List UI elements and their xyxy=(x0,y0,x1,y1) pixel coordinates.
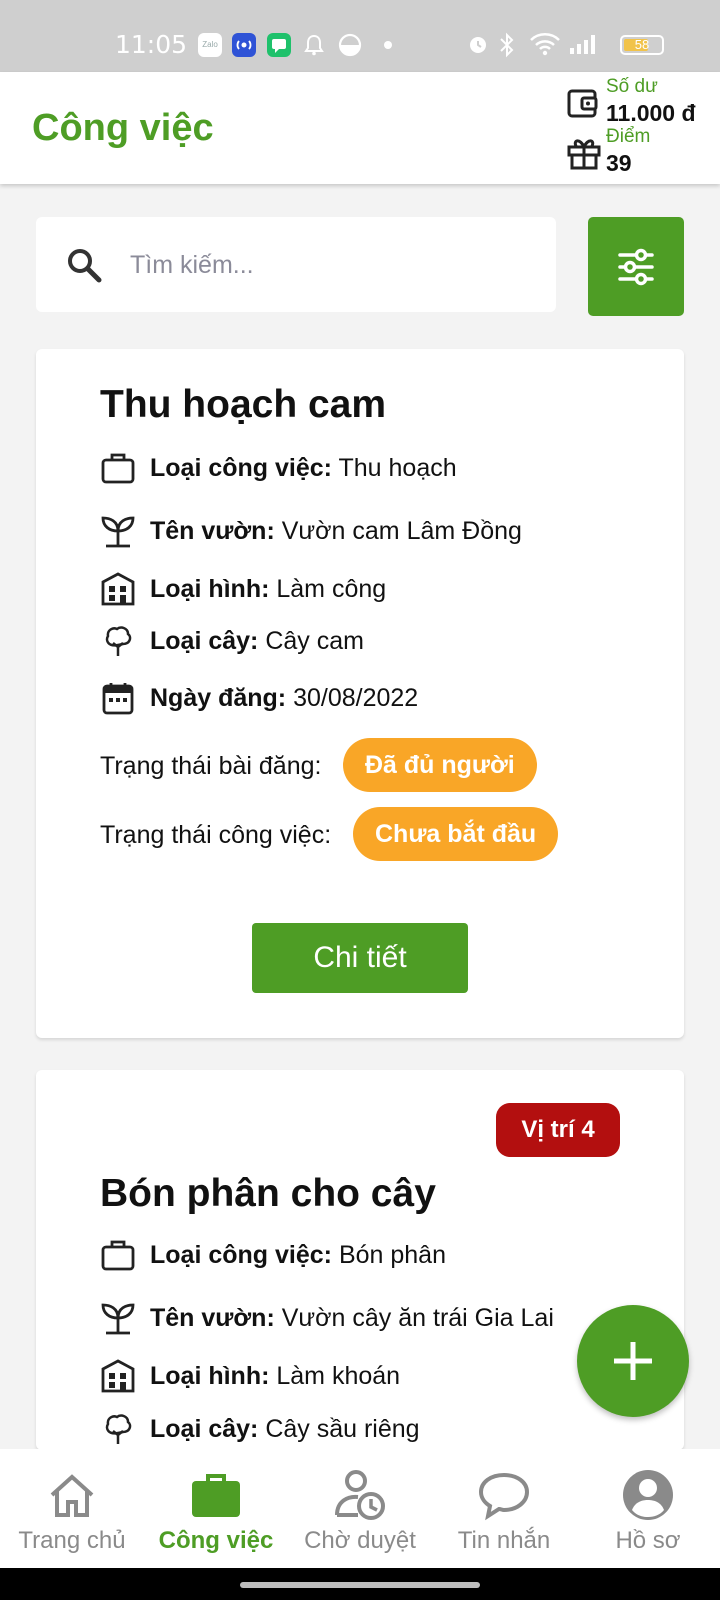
points-value: 39 xyxy=(606,150,632,176)
battery-percent: 58 xyxy=(634,37,650,52)
battery-icon: 58 xyxy=(620,35,664,55)
job-title: Bón phân cho cây xyxy=(100,1172,436,1215)
garden-label: Tên vườn: xyxy=(150,517,275,545)
nav-item-pending[interactable]: Chờ duyệt xyxy=(288,1449,432,1568)
job-title: Thu hoạch cam xyxy=(100,383,387,426)
work-type-label: Loại hình: xyxy=(150,1362,270,1390)
tree-value: Cây cam xyxy=(265,627,364,655)
garden-value: Vườn cây ăn trái Gia Lai xyxy=(281,1304,554,1332)
tree-row: Loại cây: Cây cam xyxy=(100,621,660,661)
work-status-row: Trạng thái công việc: Chưa bắt đầu xyxy=(100,807,620,861)
nav-label: Hồ sơ xyxy=(615,1527,681,1554)
sprout-icon xyxy=(101,516,135,548)
broadcast-notification-icon xyxy=(232,33,256,57)
bluetooth-icon xyxy=(497,32,517,63)
post-status-badge: Đã đủ người xyxy=(343,738,537,792)
calendar-icon xyxy=(102,683,134,715)
job-card: Thu hoạch cam Loại công việc: Thu hoạch … xyxy=(36,349,684,1038)
alarm-icon xyxy=(466,32,490,61)
search-box[interactable] xyxy=(36,217,556,312)
date-row: Ngày đăng: 30/08/2022 xyxy=(100,678,660,718)
job-type-row: Loại công việc: Thu hoạch xyxy=(100,448,660,488)
building-icon xyxy=(101,572,135,606)
garden-row: Tên vườn: Vườn cam Lâm Đồng xyxy=(100,511,660,551)
sprout-icon xyxy=(101,1303,135,1335)
home-icon xyxy=(50,1474,94,1517)
nav-item-home[interactable]: Trang chủ xyxy=(0,1449,144,1568)
status-bar: 11:05 Zalo 58 xyxy=(0,0,720,72)
nav-label: Trang chủ xyxy=(18,1527,126,1554)
work-type-row: Loại hình: Làm khoán xyxy=(100,1356,660,1396)
briefcase-icon xyxy=(101,1240,135,1271)
add-job-button[interactable] xyxy=(577,1305,689,1417)
sliders-icon xyxy=(618,248,654,286)
account-circle-icon xyxy=(623,1470,673,1520)
user-clock-icon xyxy=(335,1470,385,1520)
date-label: Ngày đăng: xyxy=(150,684,287,712)
tree-value: Cây sầu riêng xyxy=(265,1415,420,1443)
chat-bubble-icon xyxy=(478,1472,530,1521)
briefcase-icon xyxy=(101,453,135,484)
balance-label: Số dư xyxy=(606,76,658,97)
building-icon xyxy=(101,1359,135,1393)
job-type-row: Loại công việc: Bón phân xyxy=(100,1235,660,1275)
tree-row: Loại cây: Cây sầu riêng xyxy=(100,1409,660,1449)
zalo-notification-icon: Zalo xyxy=(198,33,222,57)
garden-value: Vườn cam Lâm Đồng xyxy=(281,517,522,545)
post-status-label: Trạng thái bài đăng: xyxy=(100,752,322,780)
search-input[interactable] xyxy=(130,245,530,285)
work-status-label: Trạng thái công việc: xyxy=(100,821,332,849)
signal-icon xyxy=(568,32,600,61)
tree-icon xyxy=(105,1414,132,1444)
work-status-badge: Chưa bắt đầu xyxy=(353,807,559,861)
nav-item-profile[interactable]: Hồ sơ xyxy=(576,1449,720,1568)
work-type-value: Làm công xyxy=(276,575,387,603)
bottom-navigation: Trang chủ Công việc Chờ duyệt Tin nhắn H… xyxy=(0,1449,720,1568)
work-type-value: Làm khoán xyxy=(276,1362,401,1390)
app-bar: Công việc Số dư 11.000 đ Điểm 39 xyxy=(0,72,720,184)
search-icon xyxy=(64,245,104,290)
wallet-icon xyxy=(566,86,600,125)
work-type-label: Loại hình: xyxy=(150,575,270,603)
nav-label: Tin nhắn xyxy=(457,1527,551,1554)
garden-label: Tên vườn: xyxy=(150,1304,275,1332)
job-type-label: Loại công việc: xyxy=(150,454,332,482)
date-value: 30/08/2022 xyxy=(293,684,419,712)
dnd-icon xyxy=(338,33,362,57)
briefcase-icon xyxy=(192,1474,240,1517)
more-notifications-dot xyxy=(384,41,392,49)
home-gesture-handle[interactable] xyxy=(240,1582,480,1588)
nav-item-messages[interactable]: Tin nhắn xyxy=(432,1449,576,1568)
points-label: Điểm xyxy=(606,126,651,147)
tree-icon xyxy=(105,626,132,656)
status-time: 11:05 xyxy=(115,30,188,59)
tree-label: Loại cây: xyxy=(150,1415,259,1443)
work-type-row: Loại hình: Làm công xyxy=(100,569,660,609)
filter-button[interactable] xyxy=(588,217,684,316)
system-navigation-bar xyxy=(0,1568,720,1600)
bell-icon xyxy=(302,33,326,57)
detail-button[interactable]: Chi tiết xyxy=(252,923,468,993)
chat-notification-icon xyxy=(267,33,291,57)
tree-label: Loại cây: xyxy=(150,627,259,655)
gift-icon xyxy=(566,134,602,175)
post-status-row: Trạng thái bài đăng: Đã đủ người xyxy=(100,738,620,792)
nav-item-jobs[interactable]: Công việc xyxy=(144,1449,288,1568)
job-type-label: Loại công việc: xyxy=(150,1241,332,1269)
plus-icon xyxy=(614,1342,652,1380)
nav-label: Chờ duyệt xyxy=(304,1527,416,1554)
garden-row: Tên vườn: Vườn cây ăn trái Gia Lai xyxy=(100,1298,660,1338)
wifi-icon xyxy=(529,32,561,61)
page-title: Công việc xyxy=(32,107,214,149)
position-badge: Vị trí 4 xyxy=(496,1103,620,1157)
nav-label: Công việc xyxy=(158,1527,274,1554)
job-type-value: Bón phân xyxy=(338,1241,446,1269)
balance-value: 11.000 đ xyxy=(606,100,696,126)
job-type-value: Thu hoạch xyxy=(338,454,457,482)
